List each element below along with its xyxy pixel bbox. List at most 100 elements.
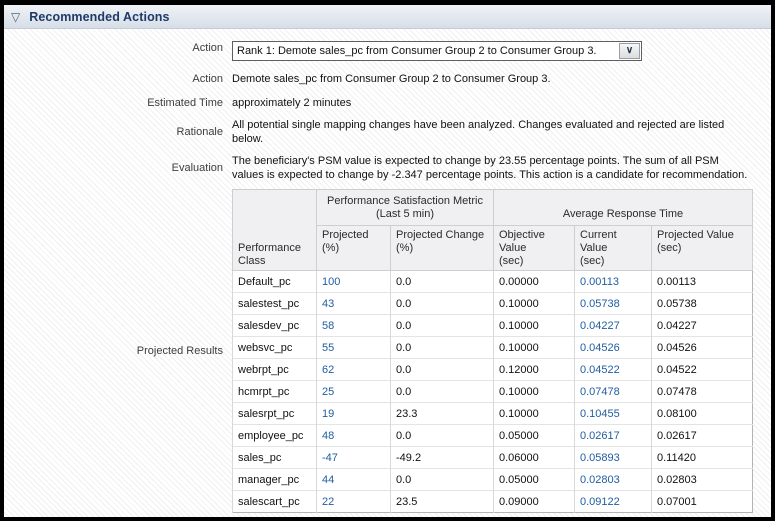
cell-performance-class: salesrpt_pc <box>233 403 317 425</box>
estimated-time-label: Estimated Time <box>4 96 232 110</box>
rationale-label: Rationale <box>4 125 232 139</box>
table-row: Default_pc 100 0.0 0.00000 0.00113 0.001… <box>233 271 753 293</box>
cell-current-value: 0.02803 <box>575 469 652 491</box>
cell-projected-pct: 22 <box>317 491 391 513</box>
rationale-row: Rationale All potential single mapping c… <box>4 118 771 146</box>
evaluation-row: Evaluation The beneficiary's PSM value i… <box>4 154 771 182</box>
cell-performance-class: employee_pc <box>233 425 317 447</box>
cell-projected-change: 0.0 <box>391 315 494 337</box>
table-row: hcmrpt_pc 25 0.0 0.10000 0.07478 0.07478 <box>233 381 753 403</box>
section-header: ▽ Recommended Actions <box>4 5 771 29</box>
table-row: manager_pc 44 0.0 0.05000 0.02803 0.0280… <box>233 469 753 491</box>
cell-objective-value: 0.10000 <box>494 403 575 425</box>
action-text-row: Action Demote sales_pc from Consumer Gro… <box>4 72 771 86</box>
cell-projected-change: 0.0 <box>391 425 494 447</box>
cell-objective-value: 0.09000 <box>494 491 575 513</box>
cell-current-value: 0.07478 <box>575 381 652 403</box>
cell-objective-value: 0.10000 <box>494 315 575 337</box>
cell-performance-class: salescart_pc <box>233 491 317 513</box>
projected-results-table: PerformanceClass Performance Satisfactio… <box>232 189 753 513</box>
col-header-projected: Projected(%) <box>317 226 391 271</box>
cell-projected-pct: 43 <box>317 293 391 315</box>
cell-current-value: 0.04227 <box>575 315 652 337</box>
cell-projected-value: 0.00113 <box>652 271 753 293</box>
cell-projected-change: 0.0 <box>391 293 494 315</box>
cell-objective-value: 0.06000 <box>494 447 575 469</box>
cell-objective-value: 0.10000 <box>494 293 575 315</box>
collapse-triangle-icon[interactable]: ▽ <box>11 11 20 23</box>
estimated-time-row: Estimated Time approximately 2 minutes <box>4 96 771 110</box>
cell-projected-change: 23.5 <box>391 491 494 513</box>
action-select-row: Action Rank 1: Demote sales_pc from Cons… <box>4 41 771 61</box>
cell-performance-class: salestest_pc <box>233 293 317 315</box>
cell-projected-pct: -47 <box>317 447 391 469</box>
col-header-current-value: Current Value(sec) <box>575 226 652 271</box>
cell-objective-value: 0.00000 <box>494 271 575 293</box>
cell-projected-change: 0.0 <box>391 337 494 359</box>
cell-performance-class: hcmrpt_pc <box>233 381 317 403</box>
cell-projected-change: -49.2 <box>391 447 494 469</box>
cell-projected-value: 0.04522 <box>652 359 753 381</box>
cell-projected-change: 0.0 <box>391 469 494 491</box>
cell-projected-value: 0.07001 <box>652 491 753 513</box>
cell-projected-pct: 19 <box>317 403 391 425</box>
table-row: salesrpt_pc 19 23.3 0.10000 0.10455 0.08… <box>233 403 753 425</box>
action-text-label: Action <box>4 72 232 86</box>
cell-current-value: 0.02617 <box>575 425 652 447</box>
cell-performance-class: manager_pc <box>233 469 317 491</box>
cell-projected-value: 0.05738 <box>652 293 753 315</box>
estimated-time-value: approximately 2 minutes <box>232 96 351 110</box>
table-row: sales_pc -47 -49.2 0.06000 0.05893 0.114… <box>233 447 753 469</box>
action-text-value: Demote sales_pc from Consumer Group 2 to… <box>232 72 551 86</box>
recommended-actions-panel: ▽ Recommended Actions Action Rank 1: Dem… <box>0 0 775 521</box>
section-title: Recommended Actions <box>29 10 169 24</box>
col-header-projected-value: Projected Value(sec) <box>652 226 753 271</box>
cell-projected-value: 0.02803 <box>652 469 753 491</box>
cell-projected-value: 0.02617 <box>652 425 753 447</box>
table-row: webrpt_pc 62 0.0 0.12000 0.04522 0.04522 <box>233 359 753 381</box>
action-select-label: Action <box>4 41 232 55</box>
cell-projected-value: 0.04227 <box>652 315 753 337</box>
cell-current-value: 0.04526 <box>575 337 652 359</box>
projected-results-row: Projected Results PerformanceClass Perfo… <box>4 189 771 513</box>
action-select[interactable]: Rank 1: Demote sales_pc from Consumer Gr… <box>232 41 642 61</box>
cell-projected-pct: 25 <box>317 381 391 403</box>
cell-projected-value: 0.04526 <box>652 337 753 359</box>
group-header-psm: Performance Satisfaction Metric(Last 5 m… <box>317 190 494 226</box>
cell-current-value: 0.05738 <box>575 293 652 315</box>
col-header-objective-value: Objective Value(sec) <box>494 226 575 271</box>
cell-objective-value: 0.10000 <box>494 381 575 403</box>
table-row: salestest_pc 43 0.0 0.10000 0.05738 0.05… <box>233 293 753 315</box>
cell-current-value: 0.04522 <box>575 359 652 381</box>
col-header-performance-class: PerformanceClass <box>233 190 317 271</box>
cell-objective-value: 0.12000 <box>494 359 575 381</box>
cell-current-value: 0.10455 <box>575 403 652 425</box>
cell-projected-pct: 55 <box>317 337 391 359</box>
cell-performance-class: Default_pc <box>233 271 317 293</box>
cell-projected-pct: 62 <box>317 359 391 381</box>
rationale-value: All potential single mapping changes hav… <box>232 118 748 146</box>
group-header-avg-response-time: Average Response Time <box>494 190 753 226</box>
cell-current-value: 0.05893 <box>575 447 652 469</box>
cell-projected-change: 23.3 <box>391 403 494 425</box>
evaluation-value: The beneficiary's PSM value is expected … <box>232 154 748 182</box>
cell-projected-change: 0.0 <box>391 381 494 403</box>
chevron-down-icon[interactable]: ∨ <box>619 43 640 59</box>
table-row: salesdev_pc 58 0.0 0.10000 0.04227 0.042… <box>233 315 753 337</box>
cell-current-value: 0.09122 <box>575 491 652 513</box>
cell-projected-pct: 48 <box>317 425 391 447</box>
col-header-projected-change: Projected Change(%) <box>391 226 494 271</box>
table-row: websvc_pc 55 0.0 0.10000 0.04526 0.04526 <box>233 337 753 359</box>
evaluation-label: Evaluation <box>4 161 232 175</box>
cell-performance-class: sales_pc <box>233 447 317 469</box>
cell-projected-value: 0.08100 <box>652 403 753 425</box>
cell-projected-pct: 100 <box>317 271 391 293</box>
projected-results-label: Projected Results <box>4 344 232 358</box>
table-group-header-row: PerformanceClass Performance Satisfactio… <box>233 190 753 226</box>
cell-performance-class: webrpt_pc <box>233 359 317 381</box>
cell-objective-value: 0.05000 <box>494 469 575 491</box>
table-row: employee_pc 48 0.0 0.05000 0.02617 0.026… <box>233 425 753 447</box>
cell-projected-change: 0.0 <box>391 271 494 293</box>
cell-objective-value: 0.10000 <box>494 337 575 359</box>
cell-performance-class: salesdev_pc <box>233 315 317 337</box>
